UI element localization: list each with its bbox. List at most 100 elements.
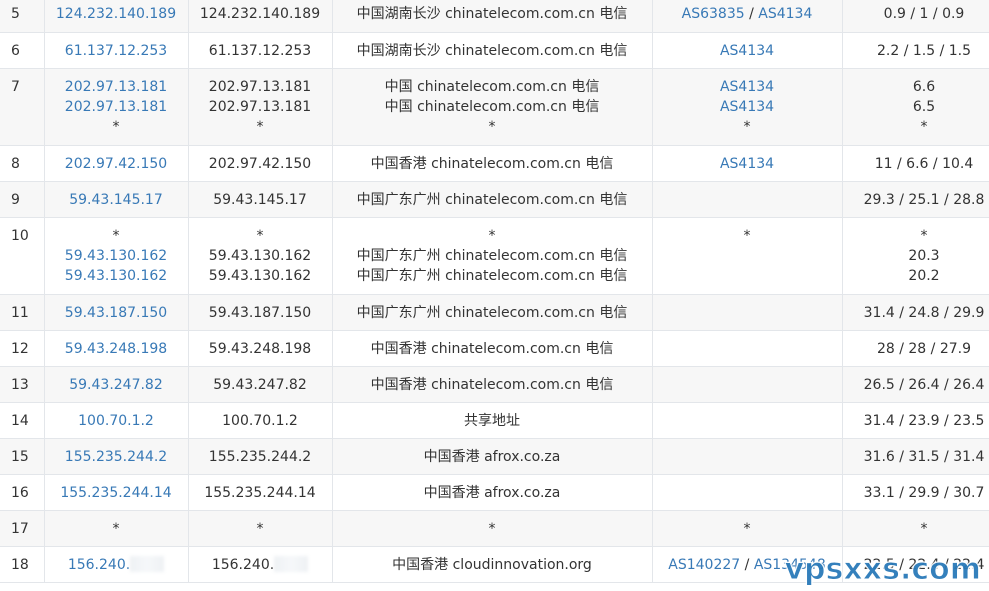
hostname-cell: 156.240.	[188, 546, 333, 583]
hostname-cell: 59.43.145.17	[188, 181, 333, 218]
hop-row: 9 59.43.145.17 59.43.145.17 中国广东广州 chinatel…	[0, 181, 989, 218]
latency-text: 6.5	[912, 98, 936, 115]
latency-cell: 31.4 / 23.9 / 23.5	[842, 402, 989, 439]
timeout-marker: *	[488, 520, 496, 537]
ip-link[interactable]: 100.70.1.2	[78, 413, 154, 429]
hop-number: 15	[0, 438, 45, 475]
hostname-text: 59.43.247.82	[213, 376, 307, 393]
hop-number: 5	[0, 0, 45, 33]
latency-text: 26.5 / 26.4 / 26.4	[863, 376, 985, 393]
asn-link[interactable]: AS140227	[668, 557, 740, 573]
timeout-marker: *	[112, 520, 120, 537]
hostname-cell: 124.232.140.189	[188, 0, 333, 33]
asn-cell: AS4134	[652, 145, 843, 182]
asn-link[interactable]: AS134548	[754, 557, 826, 573]
location-cell: 中国香港 afrox.co.za	[332, 474, 653, 511]
redacted-mask	[274, 555, 309, 572]
ip-link[interactable]: 59.43.187.150	[65, 305, 167, 321]
asn-line: AS4134	[653, 77, 842, 97]
ip-link[interactable]: 59.43.248.198	[65, 341, 167, 357]
latency-text: 29.3 / 25.1 / 28.8	[863, 191, 985, 208]
asn-link[interactable]: AS4134	[758, 6, 812, 22]
hostname-text: 61.137.12.253	[208, 42, 312, 59]
ip-cell: 155.235.244.14	[44, 474, 189, 511]
location-text: 中国广东广州 chinatelecom.com.cn 电信	[356, 191, 628, 208]
location-cell: 中国香港 afrox.co.za	[332, 438, 653, 475]
location-cell: 中国广东广州 chinatelecom.com.cn 电信	[332, 294, 653, 331]
hop-row: 18 156.240. 156.240. 中国香港 cloudinnovation.o…	[0, 546, 989, 583]
hop-number: 17	[0, 510, 45, 547]
latency-cell: 31.6 / 31.5 / 31.4	[842, 438, 989, 475]
latency-text: 11 / 6.6 / 10.4	[874, 155, 974, 172]
ip-link[interactable]: 202.97.13.181	[65, 79, 167, 95]
latency-text: 33.1 / 29.9 / 30.7	[863, 484, 985, 501]
ip-link[interactable]: 124.232.140.189	[56, 6, 176, 22]
hop-number: 6	[0, 32, 45, 69]
latency-cell: 28 / 28 / 27.9	[842, 330, 989, 367]
hop-row: 12 59.43.248.198 59.43.248.198 中国香港 chinate…	[0, 330, 989, 367]
hostname-text: 124.232.140.189	[199, 6, 321, 22]
ip-link[interactable]: 59.43.130.162	[65, 248, 167, 264]
ip-link[interactable]: 202.97.42.150	[65, 156, 167, 172]
location-cell: 中国湖南长沙 chinatelecom.com.cn 电信	[332, 32, 653, 69]
asn-separator: /	[740, 556, 754, 573]
ip-cell: 59.43.187.150	[44, 294, 189, 331]
asn-separator: /	[744, 6, 759, 22]
asn-cell: *	[652, 510, 843, 547]
asn-cell	[652, 330, 843, 367]
timeout-marker: *	[112, 118, 120, 135]
location-text: 中国湖南长沙 chinatelecom.com.cn 电信	[356, 42, 628, 59]
ip-link[interactable]: 155.235.244.14	[60, 485, 171, 501]
hostname-text: 59.43.130.162	[208, 267, 312, 284]
location-cell: 中国湖南长沙 chinatelecom.com.cn 电信	[332, 0, 653, 33]
hop-number: 12	[0, 330, 45, 367]
hostname-cell: *	[188, 510, 333, 547]
ip-cell: 59.43.247.82	[44, 366, 189, 403]
asn-link[interactable]: AS63835	[682, 6, 745, 22]
ip-link[interactable]: 59.43.130.162	[65, 268, 167, 284]
ip-link[interactable]: 61.137.12.253	[65, 43, 167, 59]
latency-text: 28 / 28 / 27.9	[876, 340, 972, 357]
ip-cell: * 59.43.130.162 59.43.130.162	[44, 217, 189, 295]
timeout-marker: *	[743, 118, 751, 135]
asn-link[interactable]: AS4134	[720, 43, 774, 59]
asn-link[interactable]: AS4134	[720, 79, 774, 95]
asn-cell	[652, 474, 843, 511]
asn-line: AS4134	[653, 41, 842, 61]
asn-link[interactable]: AS4134	[720, 156, 774, 172]
ip-link[interactable]: 155.235.244.2	[65, 449, 167, 465]
hop-row: 5 124.232.140.189 124.232.140.189 中国湖南长沙 ch…	[0, 0, 989, 33]
hostname-cell: 155.235.244.2	[188, 438, 333, 475]
ip-link[interactable]: 202.97.13.181	[65, 99, 167, 115]
latency-cell: 6.6 6.5 *	[842, 68, 989, 146]
hop-number: 16	[0, 474, 45, 511]
latency-cell: 29.3 / 25.1 / 28.8	[842, 181, 989, 218]
latency-cell: 26.5 / 26.4 / 26.4	[842, 366, 989, 403]
ip-cell: 59.43.145.17	[44, 181, 189, 218]
location-cell: 中国香港 chinatelecom.com.cn 电信	[332, 145, 653, 182]
ip-cell: 156.240.	[44, 546, 189, 583]
timeout-marker: *	[256, 227, 264, 244]
hop-number: 14	[0, 402, 45, 439]
ip-cell: 202.97.42.150	[44, 145, 189, 182]
hop-number: 10	[0, 217, 45, 295]
asn-cell	[652, 181, 843, 218]
ip-link[interactable]: 59.43.145.17	[69, 192, 163, 208]
ip-link[interactable]: 156.240.	[68, 557, 130, 573]
redacted-mask	[130, 555, 165, 572]
asn-cell: AS4134	[652, 32, 843, 69]
hostname-cell: 59.43.248.198	[188, 330, 333, 367]
asn-line: AS4134	[653, 154, 842, 174]
location-cell: 中国 chinatelecom.com.cn 电信 中国 chinatelecom…	[332, 68, 653, 146]
latency-cell: 22.5 / 22.4 / 22.4	[842, 546, 989, 583]
latency-text: 2.2 / 1.5 / 1.5	[876, 42, 972, 59]
asn-line: AS140227 / AS134548	[653, 555, 842, 575]
hostname-cell: 59.43.187.150	[188, 294, 333, 331]
hostname-text: 202.97.13.181	[208, 78, 312, 95]
latency-cell: 2.2 / 1.5 / 1.5	[842, 32, 989, 69]
latency-text: 31.6 / 31.5 / 31.4	[863, 448, 985, 465]
ip-link[interactable]: 59.43.247.82	[69, 377, 163, 393]
hostname-text: 156.240.	[189, 555, 332, 575]
hostname-cell: 155.235.244.14	[188, 474, 333, 511]
asn-link[interactable]: AS4134	[720, 99, 774, 115]
